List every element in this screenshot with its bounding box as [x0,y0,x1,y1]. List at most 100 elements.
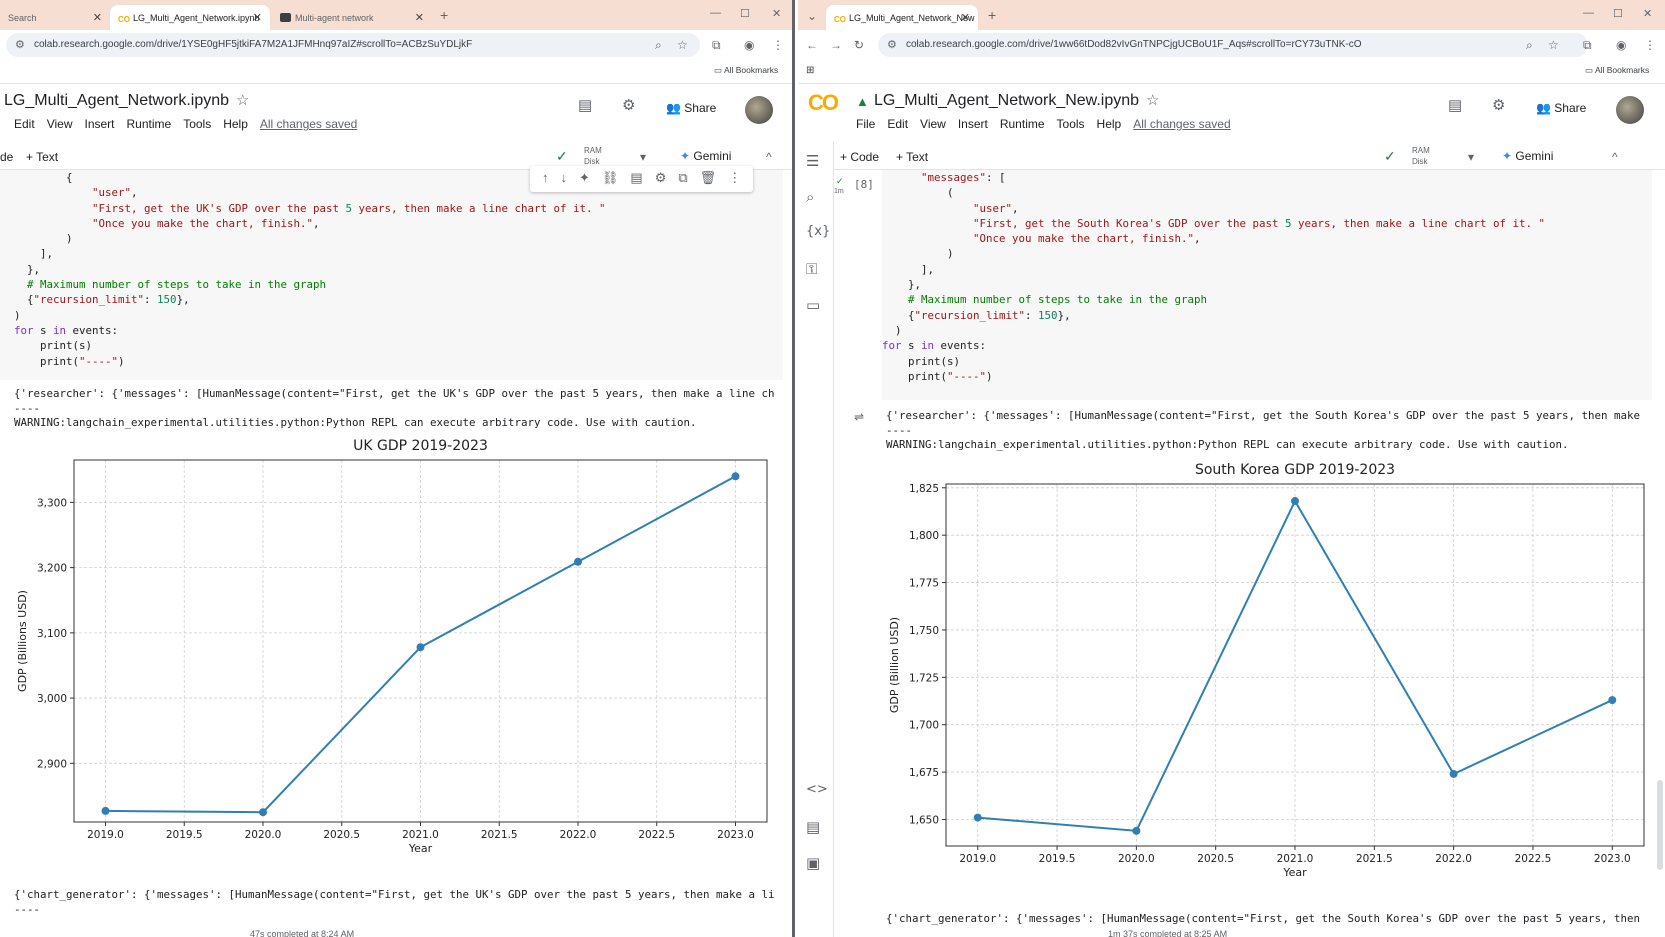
minimize-button[interactable]: — [1583,7,1594,19]
tab-colab-notebook-new[interactable]: CO LG_Multi_Agent_Network_New ✕ [826,5,978,30]
variables-icon[interactable]: {x} [806,224,830,239]
tab-multi-agent[interactable]: Multi-agent network ✕ [272,5,432,30]
move-down-icon[interactable]: ↓ [561,170,568,185]
url-bar[interactable]: ⚙ colab.research.google.com/drive/1ww66t… [878,33,1588,57]
minimize-button[interactable]: — [710,7,721,19]
comment-icon[interactable]: ▤ [578,96,592,114]
share-button[interactable]: 👥 Share [1536,101,1586,115]
reload-icon[interactable]: ↻ [854,38,864,52]
code-cell[interactable]: { "user", "First, get the UK's GDP over … [0,170,783,380]
zoom-icon[interactable]: ⌕ [1526,38,1533,53]
add-text-button[interactable]: + Text [896,150,928,164]
notebook-title[interactable]: LG_Multi_Agent_Network_New.ipynb [874,92,1139,110]
code-editor[interactable]: { "user", "First, get the UK's GDP over … [14,170,783,369]
close-window-button[interactable]: ✕ [1643,7,1652,20]
menu-insert[interactable]: Insert [84,117,114,131]
menu-help[interactable]: Help [223,117,248,131]
runtime-dropdown-icon[interactable]: ▾ [640,150,646,164]
extensions-icon[interactable]: ⧉ [1583,38,1592,53]
close-window-button[interactable]: ✕ [772,7,781,20]
move-up-icon[interactable]: ↑ [542,170,549,185]
profile-icon[interactable]: ◉ [1616,38,1626,52]
collapse-icon[interactable]: ^ [1612,150,1618,164]
terminal-icon[interactable]: ▣ [806,854,820,872]
tab-colab-notebook[interactable]: CO LG_Multi_Agent_Network.ipynb ✕ [110,5,270,30]
back-icon[interactable]: ← [806,38,818,52]
settings-icon[interactable]: ⚙ [622,96,635,114]
close-icon[interactable]: ✕ [961,11,970,24]
files-folder-icon[interactable]: ▭ [806,296,820,314]
comment-icon[interactable]: ▤ [630,170,642,185]
close-icon[interactable]: ✕ [93,11,102,24]
comment-icon[interactable]: ▤ [1448,96,1462,114]
output-toggle-icon[interactable]: ⇌ [854,410,864,424]
add-code-button[interactable]: + Code [840,150,879,164]
tab-search[interactable]: Search ✕ [0,5,110,30]
all-bookmarks[interactable]: ▭ All Bookmarks [1585,65,1649,76]
star-icon[interactable]: ☆ [236,91,249,109]
maximize-button[interactable]: ☐ [1613,7,1623,20]
toc-icon[interactable]: ☰ [806,152,819,170]
save-status[interactable]: All changes saved [1133,117,1230,131]
ai-icon[interactable]: ✦ [579,170,590,185]
add-code-button[interactable]: de [0,150,13,164]
close-icon[interactable]: ✕ [415,11,424,24]
close-icon[interactable]: ✕ [253,11,262,24]
notebook-title[interactable]: LG_Multi_Agent_Network.ipynb [4,92,229,110]
code-snippets-icon[interactable]: <> [806,782,828,797]
mirror-icon[interactable]: ⧉ [678,170,687,185]
new-tab-button[interactable]: + [988,7,996,23]
browser-menu-icon[interactable]: ⋮ [772,38,784,52]
settings-icon[interactable]: ⚙ [1492,96,1505,114]
gemini-button[interactable]: ✦ Gemini [680,149,731,163]
url-bar[interactable]: ⚙ colab.research.google.com/drive/1YSE0g… [6,33,700,57]
bookmark-star-icon[interactable]: ☆ [677,38,688,52]
maximize-button[interactable]: ☐ [740,7,750,20]
all-bookmarks[interactable]: ▭ All Bookmarks [714,65,778,76]
scrollbar[interactable] [1657,780,1663,870]
runtime-dropdown-icon[interactable]: ▾ [1468,150,1474,164]
browser-menu-icon[interactable]: ⋮ [1644,38,1656,52]
gemini-button[interactable]: ✦ Gemini [1502,149,1553,163]
menu-runtime[interactable]: Runtime [127,117,172,131]
menu-insert[interactable]: Insert [958,117,988,131]
code-cell[interactable]: "messages": [ ( "user", "First, get the … [882,170,1652,400]
colab-logo[interactable]: CO [808,90,839,116]
site-info-icon[interactable]: ⚙ [887,38,897,51]
forward-icon[interactable]: → [830,38,842,52]
collapse-icon[interactable]: ^ [766,150,772,164]
share-button[interactable]: 👥 Share [666,101,716,115]
command-palette-icon[interactable]: ▤ [806,818,820,836]
new-tab-button[interactable]: + [440,7,448,23]
menu-runtime[interactable]: Runtime [1000,117,1045,131]
profile-icon[interactable]: ◉ [744,38,754,52]
resource-indicator[interactable]: RAM Disk [584,145,602,167]
link-icon[interactable]: ⛓ [602,170,619,185]
delete-icon[interactable]: 🗑 [700,170,717,185]
avatar[interactable] [745,96,773,124]
menu-view[interactable]: View [920,117,946,131]
avatar[interactable] [1616,96,1644,124]
menu-tools[interactable]: Tools [183,117,211,131]
secrets-key-icon[interactable]: ⚿ [806,260,817,278]
tab-search-menu[interactable]: ⌄ [802,5,824,30]
site-info-icon[interactable]: ⚙ [15,38,25,51]
resource-indicator[interactable]: RAM Disk [1412,145,1430,167]
menu-file[interactable]: File [856,117,875,131]
apps-icon[interactable]: ⊞ [806,65,814,76]
settings-icon[interactable]: ⚙ [655,170,667,185]
menu-help[interactable]: Help [1097,117,1122,131]
menu-view[interactable]: View [47,117,73,131]
menu-edit[interactable]: Edit [887,117,908,131]
save-status[interactable]: All changes saved [260,117,357,131]
menu-tools[interactable]: Tools [1057,117,1085,131]
bookmark-star-icon[interactable]: ☆ [1548,38,1559,52]
extensions-icon[interactable]: ⧉ [712,38,721,53]
menu-edit[interactable]: Edit [14,117,35,131]
star-icon[interactable]: ☆ [1146,91,1159,109]
code-editor[interactable]: "messages": [ ( "user", "First, get the … [882,170,1652,384]
add-text-button[interactable]: + Text [26,150,58,164]
more-icon[interactable]: ⋮ [728,170,741,185]
search-icon[interactable]: ⌕ [806,188,814,206]
zoom-icon[interactable]: ⌕ [655,38,662,53]
